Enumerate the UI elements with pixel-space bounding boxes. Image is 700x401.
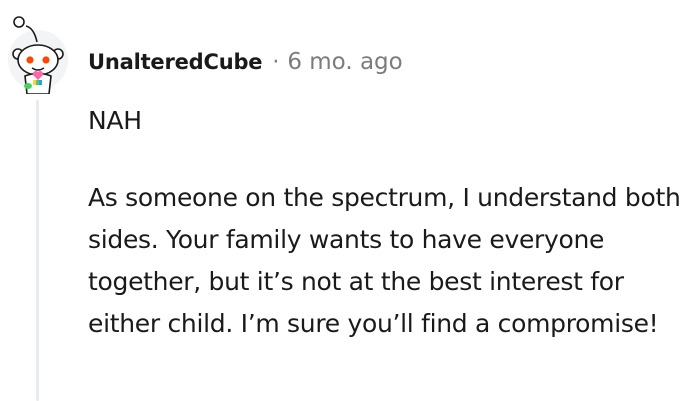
comment: UnalteredCube · 6 mo. ago NAH As someone… [0, 0, 700, 401]
reddit-snoo-avatar-icon [8, 16, 68, 95]
timestamp-link[interactable]: 6 mo. ago [287, 49, 402, 75]
comment-paragraph: NAH [88, 106, 142, 135]
username-link[interactable]: UnalteredCube [88, 50, 263, 74]
user-avatar[interactable] [6, 14, 70, 95]
thread-line[interactable] [36, 100, 39, 401]
meta-separator: · [272, 49, 280, 75]
comment-body: NAH As someone on the spectrum, I unders… [88, 100, 694, 345]
comment-paragraph: As someone on the spectrum, I understand… [88, 183, 681, 338]
comment-meta: UnalteredCube · 6 mo. ago [88, 44, 403, 80]
